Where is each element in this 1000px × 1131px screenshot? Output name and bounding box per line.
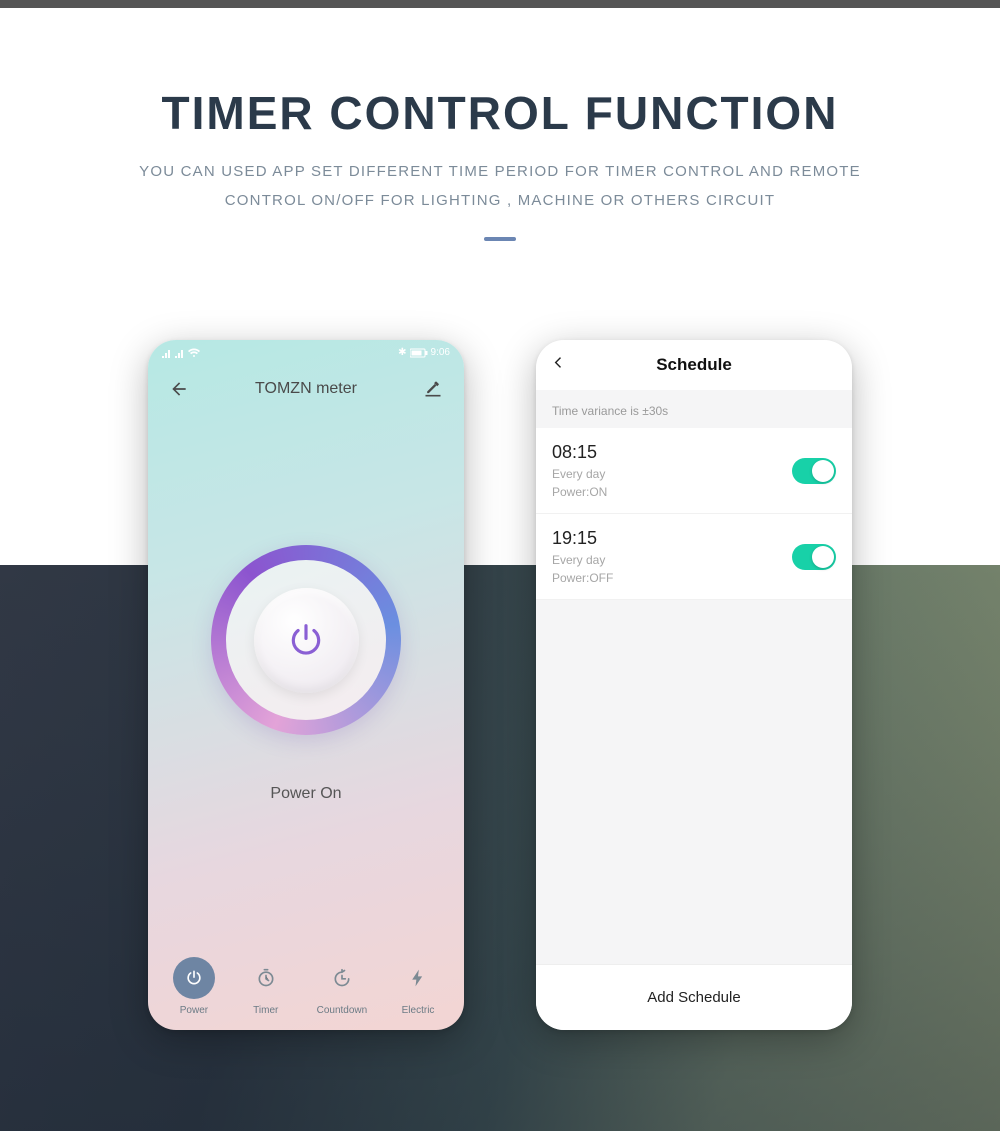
power-icon <box>287 621 325 659</box>
hero-title: TIMER CONTROL FUNCTION <box>0 86 1000 140</box>
tab-label: Power <box>180 1005 208 1016</box>
battery-icon <box>410 348 428 358</box>
power-button[interactable] <box>254 588 359 693</box>
schedule-time: 08:15 <box>552 442 836 463</box>
add-schedule-button[interactable]: Add Schedule <box>536 964 852 1030</box>
power-ring <box>211 545 401 735</box>
phone-mockups: ✱ 9:06 TOMZN meter Power On <box>0 340 1000 1030</box>
tab-timer[interactable]: Timer <box>245 957 287 1016</box>
power-icon <box>184 968 204 988</box>
hero-divider <box>484 237 516 241</box>
back-button[interactable] <box>550 354 566 377</box>
bottom-tabs: Power Timer Countdown Electric <box>148 957 464 1016</box>
status-right-icons: ✱ 9:06 <box>398 347 450 358</box>
schedule-item[interactable]: 08:15 Every day Power:ON <box>536 428 852 514</box>
phone-power: ✱ 9:06 TOMZN meter Power On <box>148 340 464 1030</box>
status-left-icons <box>162 348 200 358</box>
timer-icon <box>256 968 276 988</box>
signal-icon <box>175 348 185 358</box>
tab-label: Countdown <box>317 1005 368 1016</box>
tab-power[interactable]: Power <box>173 957 215 1016</box>
status-bar: ✱ 9:06 <box>148 340 464 362</box>
bluetooth-icon: ✱ <box>398 347 406 358</box>
power-status-label: Power On <box>270 785 341 803</box>
tab-electric[interactable]: Electric <box>397 957 439 1016</box>
variance-note: Time variance is ±30s <box>536 390 852 428</box>
wifi-icon <box>188 348 200 358</box>
tab-countdown[interactable]: Countdown <box>317 957 368 1016</box>
pencil-icon <box>423 379 443 399</box>
app-header: TOMZN meter <box>148 362 464 410</box>
countdown-icon <box>332 968 352 988</box>
status-time: 9:06 <box>431 347 450 358</box>
tab-label: Electric <box>402 1005 435 1016</box>
add-schedule-label: Add Schedule <box>647 989 740 1006</box>
schedule-time: 19:15 <box>552 528 836 549</box>
schedule-toggle[interactable] <box>792 458 836 484</box>
tab-label: Timer <box>253 1005 278 1016</box>
phone-schedule: Schedule Time variance is ±30s 08:15 Eve… <box>536 340 852 1030</box>
arrow-left-icon <box>169 379 189 399</box>
schedule-header: Schedule <box>536 340 852 390</box>
schedule-toggle[interactable] <box>792 544 836 570</box>
hero-subtitle: YOU CAN USED APP SET DIFFERENT TIME PERI… <box>0 158 1000 215</box>
back-button[interactable] <box>168 378 190 400</box>
signal-icon <box>162 348 172 358</box>
power-control: Power On <box>148 545 464 803</box>
schedule-title: Schedule <box>656 355 732 375</box>
bolt-icon <box>408 968 428 988</box>
device-title: TOMZN meter <box>255 380 357 398</box>
edit-button[interactable] <box>422 378 444 400</box>
schedule-power: Power:ON <box>552 485 836 499</box>
top-divider <box>0 0 1000 8</box>
power-ring-inner <box>226 560 386 720</box>
chevron-left-icon <box>550 355 566 371</box>
schedule-item[interactable]: 19:15 Every day Power:OFF <box>536 514 852 600</box>
schedule-power: Power:OFF <box>552 571 836 585</box>
hero-section: TIMER CONTROL FUNCTION YOU CAN USED APP … <box>0 8 1000 241</box>
